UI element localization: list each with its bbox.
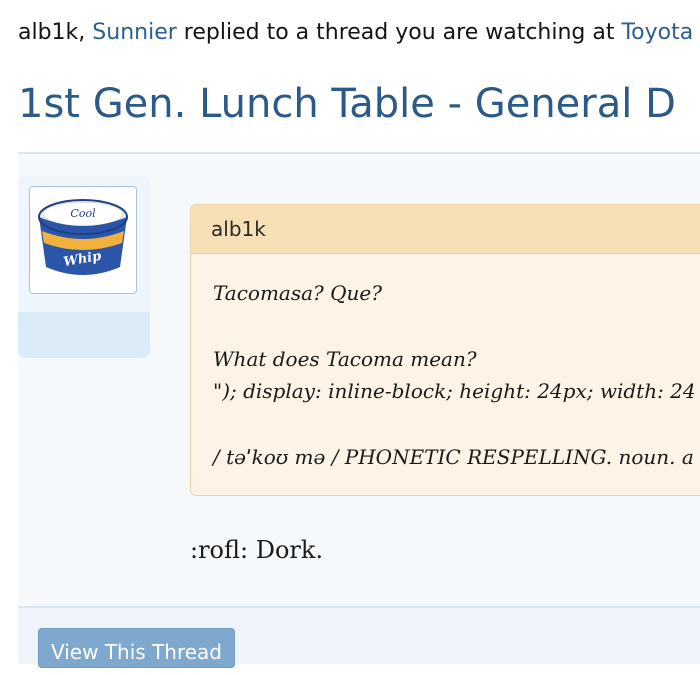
avatar[interactable]: Cool Whip [29, 186, 137, 294]
forum-link[interactable]: Toyota T [621, 20, 700, 45]
poster-link[interactable]: Sunnier [92, 20, 177, 45]
quote-block: alb1k Tacomasa? Que? What does Tacoma me… [190, 204, 700, 496]
view-thread-button[interactable]: View This Thread [38, 628, 235, 668]
notification-intro: alb1k, Sunnier replied to a thread you a… [18, 18, 700, 48]
recipient-name: alb1k, [18, 20, 86, 45]
user-column-top: Cool Whip [18, 176, 150, 312]
avatar-label-top: Cool [70, 207, 96, 220]
quote-line: "); display: inline-block; height: 24px;… [213, 379, 696, 403]
user-column: Cool Whip [18, 176, 150, 358]
cool-whip-tub-icon: Cool Whip [30, 187, 136, 293]
quote-line: What does Tacoma mean? [213, 347, 477, 371]
quote-line: Tacomasa? Que? [213, 281, 382, 305]
thread-title[interactable]: 1st Gen. Lunch Table - General D [18, 78, 676, 130]
quote-line: / təˈkoʊ mə / PHONETIC RESPELLING. noun.… [213, 445, 694, 469]
intro-text: replied to a thread you are watching at [183, 20, 615, 45]
quote-author[interactable]: alb1k [191, 205, 700, 254]
post-message: :rofl: Dork. [190, 536, 324, 564]
